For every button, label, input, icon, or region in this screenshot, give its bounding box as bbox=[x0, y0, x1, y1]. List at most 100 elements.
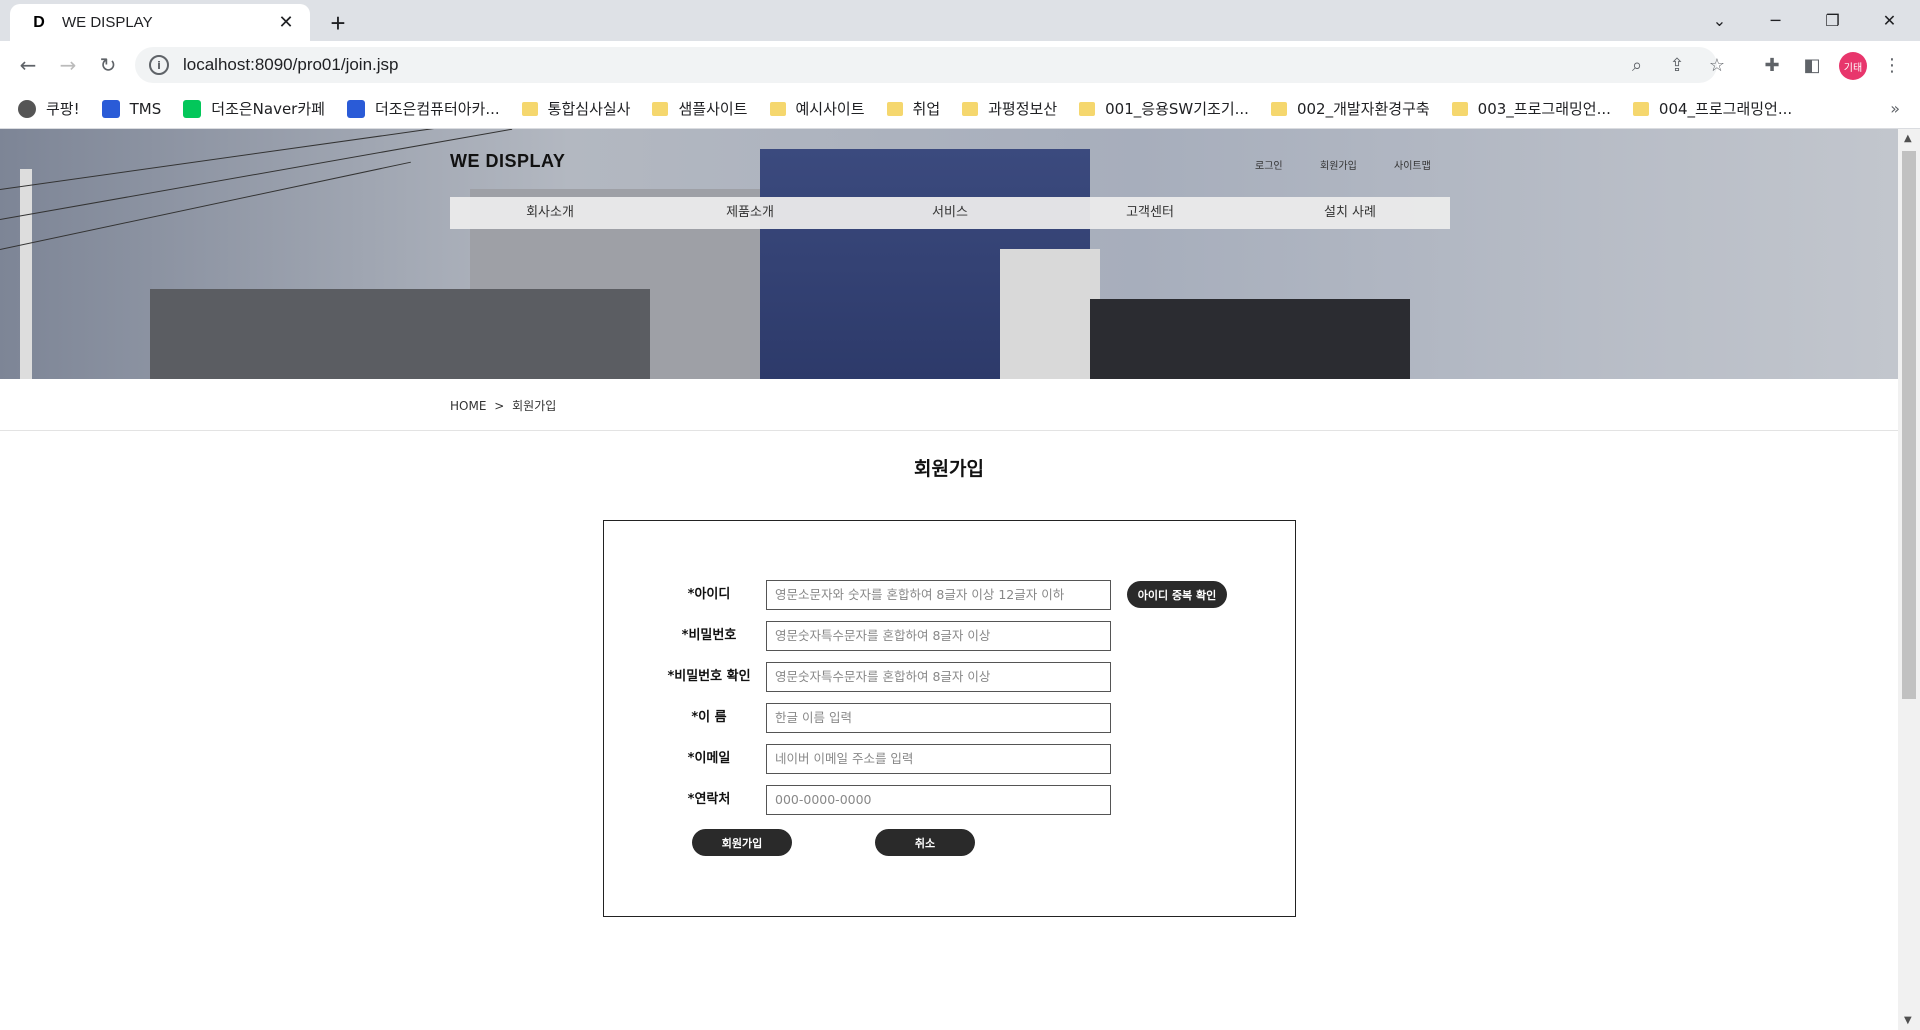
building-shape bbox=[150, 289, 650, 379]
building-shape bbox=[1000, 249, 1100, 379]
close-window-icon[interactable]: ✕ bbox=[1862, 0, 1917, 41]
id-check-button[interactable]: 아이디 중복 확인 bbox=[1127, 581, 1227, 608]
extensions-icon[interactable]: ✚ bbox=[1758, 53, 1786, 77]
folder-icon bbox=[652, 101, 669, 116]
tms-icon bbox=[101, 99, 120, 118]
back-icon[interactable]: ← bbox=[12, 49, 44, 81]
nav-item-products[interactable]: 제품소개 bbox=[650, 197, 850, 229]
bookmark-label: 더조은Naver카페 bbox=[211, 100, 325, 118]
sitemap-link[interactable]: 사이트맵 bbox=[1394, 157, 1431, 172]
signup-form: *아이디 영문소문자와 숫자를 혼합하여 8글자 이상 12글자 이하 아이디 … bbox=[603, 520, 1296, 917]
divider bbox=[0, 430, 1898, 431]
nav-item-company[interactable]: 회사소개 bbox=[450, 197, 650, 229]
bookmarks-overflow-icon[interactable]: » bbox=[1890, 99, 1900, 118]
folder-icon bbox=[1270, 101, 1287, 116]
breadcrumb-current: 회원가입 bbox=[512, 399, 557, 413]
bookmarks-bar: 쿠팡! TMS 더조은Naver카페 더조은컴퓨터아카... 통합심사실사 샘플사이트 예시… bbox=[0, 89, 1920, 129]
scrollbar-thumb[interactable] bbox=[1902, 151, 1916, 699]
bookmark-label: 샘플사이트 bbox=[678, 100, 748, 118]
folder-icon bbox=[769, 101, 786, 116]
password-confirm-label: *비밀번호 확인 bbox=[667, 669, 751, 684]
profile-avatar[interactable]: 기태 bbox=[1839, 52, 1867, 80]
bookmark-label: 004_프로그래밍언... bbox=[1658, 100, 1793, 118]
menu-icon[interactable]: ⋮ bbox=[1878, 53, 1906, 77]
email-label: *이메일 bbox=[687, 751, 731, 766]
nav-item-cases[interactable]: 설치 사례 bbox=[1250, 197, 1450, 229]
bookmark-item[interactable]: 취업 bbox=[886, 98, 941, 119]
forward-icon[interactable]: → bbox=[52, 49, 84, 81]
bookmark-item[interactable]: 004_프로그래밍언... bbox=[1632, 98, 1793, 119]
folder-icon bbox=[962, 101, 979, 116]
bookmark-item[interactable]: 과평정보산 bbox=[962, 98, 1057, 119]
zoom-icon[interactable]: ⌕ bbox=[1625, 55, 1649, 76]
page-title: 회원가입 bbox=[914, 458, 984, 480]
signup-link[interactable]: 회원가입 bbox=[1320, 157, 1357, 172]
bookmark-star-icon[interactable]: ☆ bbox=[1705, 55, 1729, 76]
email-input[interactable]: 네이버 이메일 주소를 입력 bbox=[766, 744, 1111, 774]
tab-title: WE DISPLAY bbox=[62, 14, 153, 31]
folder-icon bbox=[1079, 101, 1096, 116]
bookmark-item[interactable]: 통합심사실사 bbox=[521, 98, 631, 119]
tab-search-icon[interactable]: ⌄ bbox=[1692, 0, 1747, 41]
bookmark-item[interactable]: 001_응용SW기조기... bbox=[1079, 98, 1249, 119]
bookmark-label: 더조은컴퓨터아카... bbox=[374, 100, 500, 118]
submit-button[interactable]: 회원가입 bbox=[692, 829, 792, 856]
browser-toolbar: ← → ↻ i localhost:8090/pro01/join.jsp ⌕ … bbox=[0, 41, 1920, 89]
site-info-icon[interactable]: i bbox=[149, 55, 169, 75]
form-row-name: *이 름 한글 이름 입력 bbox=[604, 703, 1297, 733]
bookmark-label: 취업 bbox=[912, 100, 941, 118]
bookmark-label: TMS bbox=[129, 99, 162, 118]
new-tab-icon[interactable]: + bbox=[322, 8, 354, 39]
cancel-button[interactable]: 취소 bbox=[875, 829, 975, 856]
side-panel-icon[interactable]: ◧ bbox=[1798, 53, 1826, 77]
password-label: *비밀번호 bbox=[681, 628, 737, 643]
password-confirm-input[interactable]: 영문숫자특수문자를 혼합하여 8글자 이상 bbox=[766, 662, 1111, 692]
utility-pole bbox=[20, 169, 32, 379]
login-link[interactable]: 로그인 bbox=[1255, 157, 1283, 172]
address-bar[interactable]: i localhost:8090/pro01/join.jsp ⌕ ⇪ ☆ bbox=[135, 47, 1725, 83]
nav-item-service[interactable]: 서비스 bbox=[850, 197, 1050, 229]
building-shape bbox=[1090, 299, 1410, 379]
bookmark-label: 통합심사실사 bbox=[547, 100, 631, 118]
name-label: *이 름 bbox=[691, 710, 727, 725]
browser-tab[interactable]: D WE DISPLAY ✕ bbox=[10, 4, 310, 41]
share-icon[interactable]: ⇪ bbox=[1665, 55, 1689, 76]
site-logo[interactable]: WE DISPLAY bbox=[450, 151, 565, 172]
bookmark-label: 003_프로그래밍언... bbox=[1477, 100, 1611, 118]
name-input[interactable]: 한글 이름 입력 bbox=[766, 703, 1111, 733]
bookmark-item[interactable]: 더조은Naver카페 bbox=[183, 98, 325, 119]
bookmark-label: 예시사이트 bbox=[795, 100, 865, 118]
url-text: localhost:8090/pro01/join.jsp bbox=[183, 55, 399, 74]
globe-icon bbox=[18, 99, 36, 118]
page-scrollbar[interactable]: ▲ ▼ bbox=[1898, 129, 1920, 1030]
folder-icon bbox=[521, 101, 538, 116]
breadcrumb: HOME > 회원가입 bbox=[450, 397, 556, 414]
tab-bar: D WE DISPLAY ✕ + ⌄ ─ ❐ ✕ bbox=[0, 0, 1920, 41]
bookmark-item[interactable]: 더조은컴퓨터아카... bbox=[346, 98, 500, 119]
bookmark-item[interactable]: 쿠팡! bbox=[18, 98, 80, 119]
form-row-password: *비밀번호 영문숫자특수문자를 혼합하여 8글자 이상 bbox=[604, 621, 1297, 651]
minimize-icon[interactable]: ─ bbox=[1748, 0, 1803, 41]
nav-item-support[interactable]: 고객센터 bbox=[1050, 197, 1250, 229]
tab-close-icon[interactable]: ✕ bbox=[274, 12, 298, 33]
breadcrumb-separator: > bbox=[494, 399, 505, 413]
id-label: *아이디 bbox=[687, 587, 731, 602]
bookmark-item[interactable]: 예시사이트 bbox=[769, 98, 865, 119]
bookmark-item[interactable]: 샘플사이트 bbox=[652, 98, 748, 119]
restore-icon[interactable]: ❐ bbox=[1805, 0, 1860, 41]
reload-icon[interactable]: ↻ bbox=[92, 49, 124, 81]
phone-label: *연락처 bbox=[687, 792, 731, 807]
bookmark-item[interactable]: TMS bbox=[101, 99, 162, 118]
form-row-phone: *연락처 000-0000-0000 bbox=[604, 785, 1297, 815]
scroll-down-icon[interactable]: ▼ bbox=[1904, 1015, 1912, 1026]
bookmark-item[interactable]: 002_개발자환경구축 bbox=[1270, 98, 1430, 119]
breadcrumb-home[interactable]: HOME bbox=[450, 399, 486, 413]
id-input[interactable]: 영문소문자와 숫자를 혼합하여 8글자 이상 12글자 이하 bbox=[766, 580, 1111, 610]
password-input[interactable]: 영문숫자특수문자를 혼합하여 8글자 이상 bbox=[766, 621, 1111, 651]
phone-input[interactable]: 000-0000-0000 bbox=[766, 785, 1111, 815]
scroll-up-icon[interactable]: ▲ bbox=[1904, 133, 1912, 144]
folder-icon bbox=[1451, 101, 1468, 116]
bookmark-item[interactable]: 003_프로그래밍언... bbox=[1451, 98, 1611, 119]
folder-icon bbox=[886, 101, 903, 116]
academy-icon bbox=[346, 99, 365, 118]
